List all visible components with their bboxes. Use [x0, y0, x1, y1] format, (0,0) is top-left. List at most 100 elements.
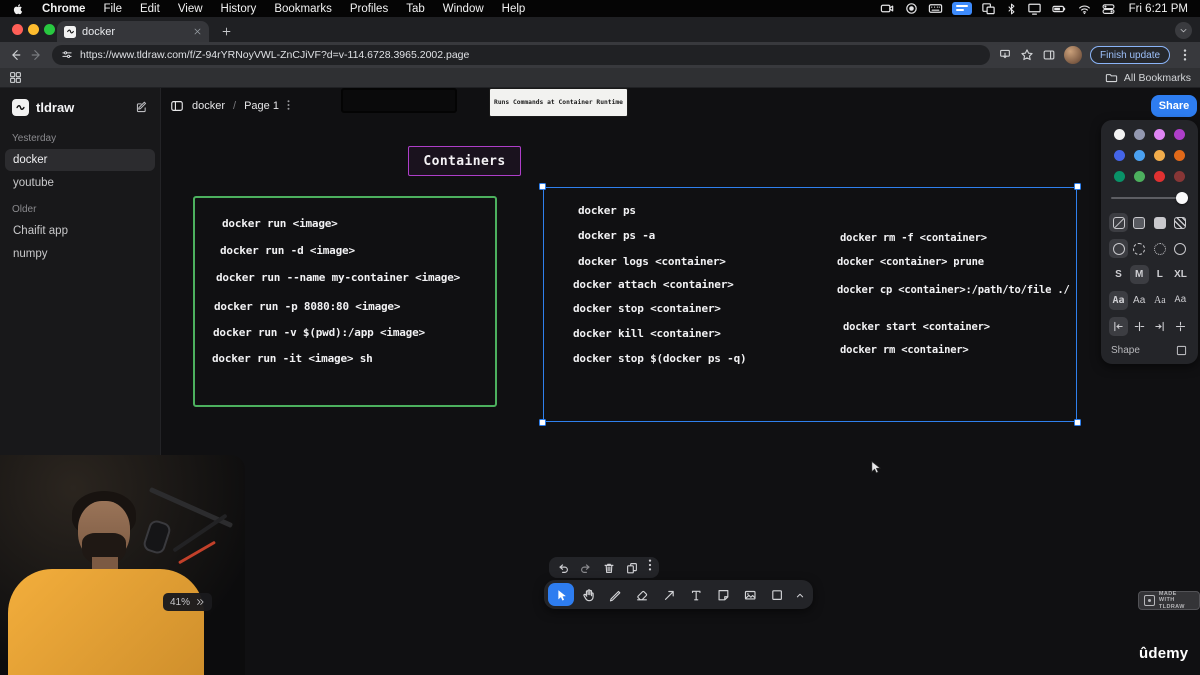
- side-panel-icon[interactable]: [1042, 45, 1056, 65]
- canvas-text-shape[interactable]: docker ps: [578, 204, 636, 218]
- selection-handle-sw[interactable]: [539, 419, 546, 426]
- selection-bounds[interactable]: docker ps docker ps -a docker logs <cont…: [539, 183, 1081, 426]
- shape-rectangle-icon[interactable]: [1175, 344, 1188, 357]
- canvas-text-shape[interactable]: docker run <image>: [222, 217, 338, 231]
- all-bookmarks[interactable]: All Bookmarks: [1105, 71, 1191, 84]
- align-center-icon[interactable]: [1130, 317, 1149, 336]
- menubar-item-history[interactable]: History: [221, 3, 257, 15]
- tldraw-canvas[interactable]: Runs Commands at Container Runtime Conta…: [0, 88, 1200, 675]
- chrome-menu-icon[interactable]: [1178, 45, 1192, 65]
- dash-dotted-button[interactable]: [1150, 239, 1169, 258]
- sidebar-item-docker[interactable]: docker: [5, 149, 155, 171]
- font-draw-button[interactable]: Aa: [1109, 291, 1128, 310]
- canvas-note-shape[interactable]: Runs Commands at Container Runtime: [489, 88, 628, 117]
- dash-solid-button[interactable]: [1171, 239, 1190, 258]
- redo-icon[interactable]: [579, 561, 593, 575]
- size-m-button[interactable]: M: [1129, 265, 1149, 284]
- hand-tool[interactable]: [575, 583, 601, 606]
- font-serif-button[interactable]: Aa: [1150, 291, 1169, 310]
- zoom-level[interactable]: 41%: [170, 597, 190, 608]
- bookmark-star-icon[interactable]: [1020, 45, 1034, 65]
- selection-handle-nw[interactable]: [539, 183, 546, 190]
- sidebar-toggle-icon[interactable]: [170, 99, 184, 113]
- vertical-align-icon[interactable]: [1171, 317, 1190, 336]
- opacity-knob[interactable]: [1176, 192, 1188, 204]
- finish-update-button[interactable]: Finish update: [1090, 46, 1171, 64]
- menubar-item-profiles[interactable]: Profiles: [350, 3, 388, 15]
- undo-icon[interactable]: [556, 561, 570, 575]
- docker-run-box[interactable]: docker run <image> docker run -d <image>…: [193, 196, 497, 407]
- menubar-item-file[interactable]: File: [103, 3, 122, 15]
- page-name[interactable]: Page 1: [244, 100, 279, 112]
- menubar-item-edit[interactable]: Edit: [140, 3, 160, 15]
- dash-dashed-button[interactable]: [1130, 239, 1149, 258]
- opacity-slider[interactable]: [1111, 191, 1188, 205]
- selection-handle-se[interactable]: [1074, 419, 1081, 426]
- new-document-icon[interactable]: [135, 101, 148, 114]
- select-tool[interactable]: [548, 583, 574, 606]
- fill-none-button[interactable]: [1109, 213, 1128, 232]
- color-swatch[interactable]: [1133, 171, 1145, 182]
- size-l-button[interactable]: L: [1150, 265, 1169, 284]
- more-actions-icon[interactable]: [648, 558, 652, 577]
- zoom-control[interactable]: 41%: [163, 593, 213, 611]
- font-sans-button[interactable]: Aa: [1130, 291, 1149, 310]
- asset-tool[interactable]: [737, 583, 763, 606]
- canvas-text-shape[interactable]: docker kill <container>: [573, 327, 721, 341]
- arrow-tool[interactable]: [656, 583, 682, 606]
- containers-title-shape[interactable]: Containers: [408, 146, 521, 176]
- dash-draw-button[interactable]: [1109, 239, 1128, 258]
- control-center-icon[interactable]: [1101, 1, 1116, 16]
- more-tools-icon[interactable]: [791, 583, 809, 606]
- menubar-item-chrome[interactable]: Chrome: [42, 3, 85, 15]
- canvas-text-shape[interactable]: docker <container> prune: [837, 255, 984, 269]
- canvas-text-shape[interactable]: docker run --name my-container <image>: [216, 271, 460, 285]
- sidebar-item-youtube[interactable]: youtube: [5, 172, 155, 194]
- eraser-tool[interactable]: [629, 583, 655, 606]
- sidebar-item-numpy[interactable]: numpy: [5, 243, 155, 265]
- menubar-item-view[interactable]: View: [178, 3, 203, 15]
- color-swatch[interactable]: [1174, 150, 1186, 161]
- color-swatch[interactable]: [1154, 129, 1166, 140]
- color-swatch[interactable]: [1154, 150, 1166, 161]
- canvas-rectangle-shape[interactable]: [341, 88, 457, 113]
- traffic-light-zoom[interactable]: [44, 24, 55, 35]
- zoom-expand-icon[interactable]: [195, 597, 205, 607]
- color-swatch[interactable]: [1154, 171, 1166, 182]
- menubar-item-window[interactable]: Window: [443, 3, 484, 15]
- color-swatch[interactable]: [1174, 129, 1186, 140]
- new-tab-button[interactable]: [218, 23, 235, 40]
- canvas-text-shape[interactable]: docker stop $(docker ps -q): [573, 352, 747, 366]
- canvas-text-shape[interactable]: docker cp <container>:/path/to/file ./: [837, 283, 1070, 297]
- canvas-text-shape[interactable]: docker run -it <image> sh: [212, 352, 373, 366]
- back-icon[interactable]: [8, 45, 22, 65]
- align-left-icon[interactable]: [1109, 317, 1128, 336]
- text-tool[interactable]: [683, 583, 709, 606]
- color-swatch[interactable]: [1113, 129, 1125, 140]
- tab-search-icon[interactable]: [1175, 22, 1192, 39]
- menubar-item-bookmarks[interactable]: Bookmarks: [274, 3, 332, 15]
- camera-icon[interactable]: [880, 1, 895, 16]
- duplicate-icon[interactable]: [625, 561, 639, 575]
- site-settings-icon[interactable]: [61, 49, 73, 61]
- tab-close-icon[interactable]: [193, 27, 202, 36]
- menubar-item-tab[interactable]: Tab: [406, 3, 425, 15]
- canvas-text-shape[interactable]: docker rm <container>: [840, 343, 969, 357]
- canvas-text-shape[interactable]: docker stop <container>: [573, 302, 721, 316]
- bluetooth-icon[interactable]: [1005, 1, 1018, 16]
- share-button[interactable]: Share: [1151, 95, 1197, 117]
- traffic-light-minimize[interactable]: [28, 24, 39, 35]
- browser-tab[interactable]: docker: [57, 21, 209, 42]
- install-icon[interactable]: [998, 45, 1012, 65]
- battery-icon[interactable]: [1051, 1, 1068, 16]
- canvas-text-shape[interactable]: docker logs <container>: [578, 255, 726, 269]
- color-swatch[interactable]: [1113, 150, 1125, 161]
- traffic-light-close[interactable]: [12, 24, 23, 35]
- fill-solid-button[interactable]: [1150, 213, 1169, 232]
- fill-pattern-button[interactable]: [1171, 213, 1190, 232]
- wifi-icon[interactable]: [1077, 1, 1092, 16]
- menubar-item-help[interactable]: Help: [502, 3, 526, 15]
- canvas-text-shape[interactable]: docker run -p 8080:80 <image>: [214, 300, 400, 314]
- canvas-text-shape[interactable]: docker ps -a: [578, 229, 655, 243]
- size-s-button[interactable]: S: [1109, 265, 1128, 284]
